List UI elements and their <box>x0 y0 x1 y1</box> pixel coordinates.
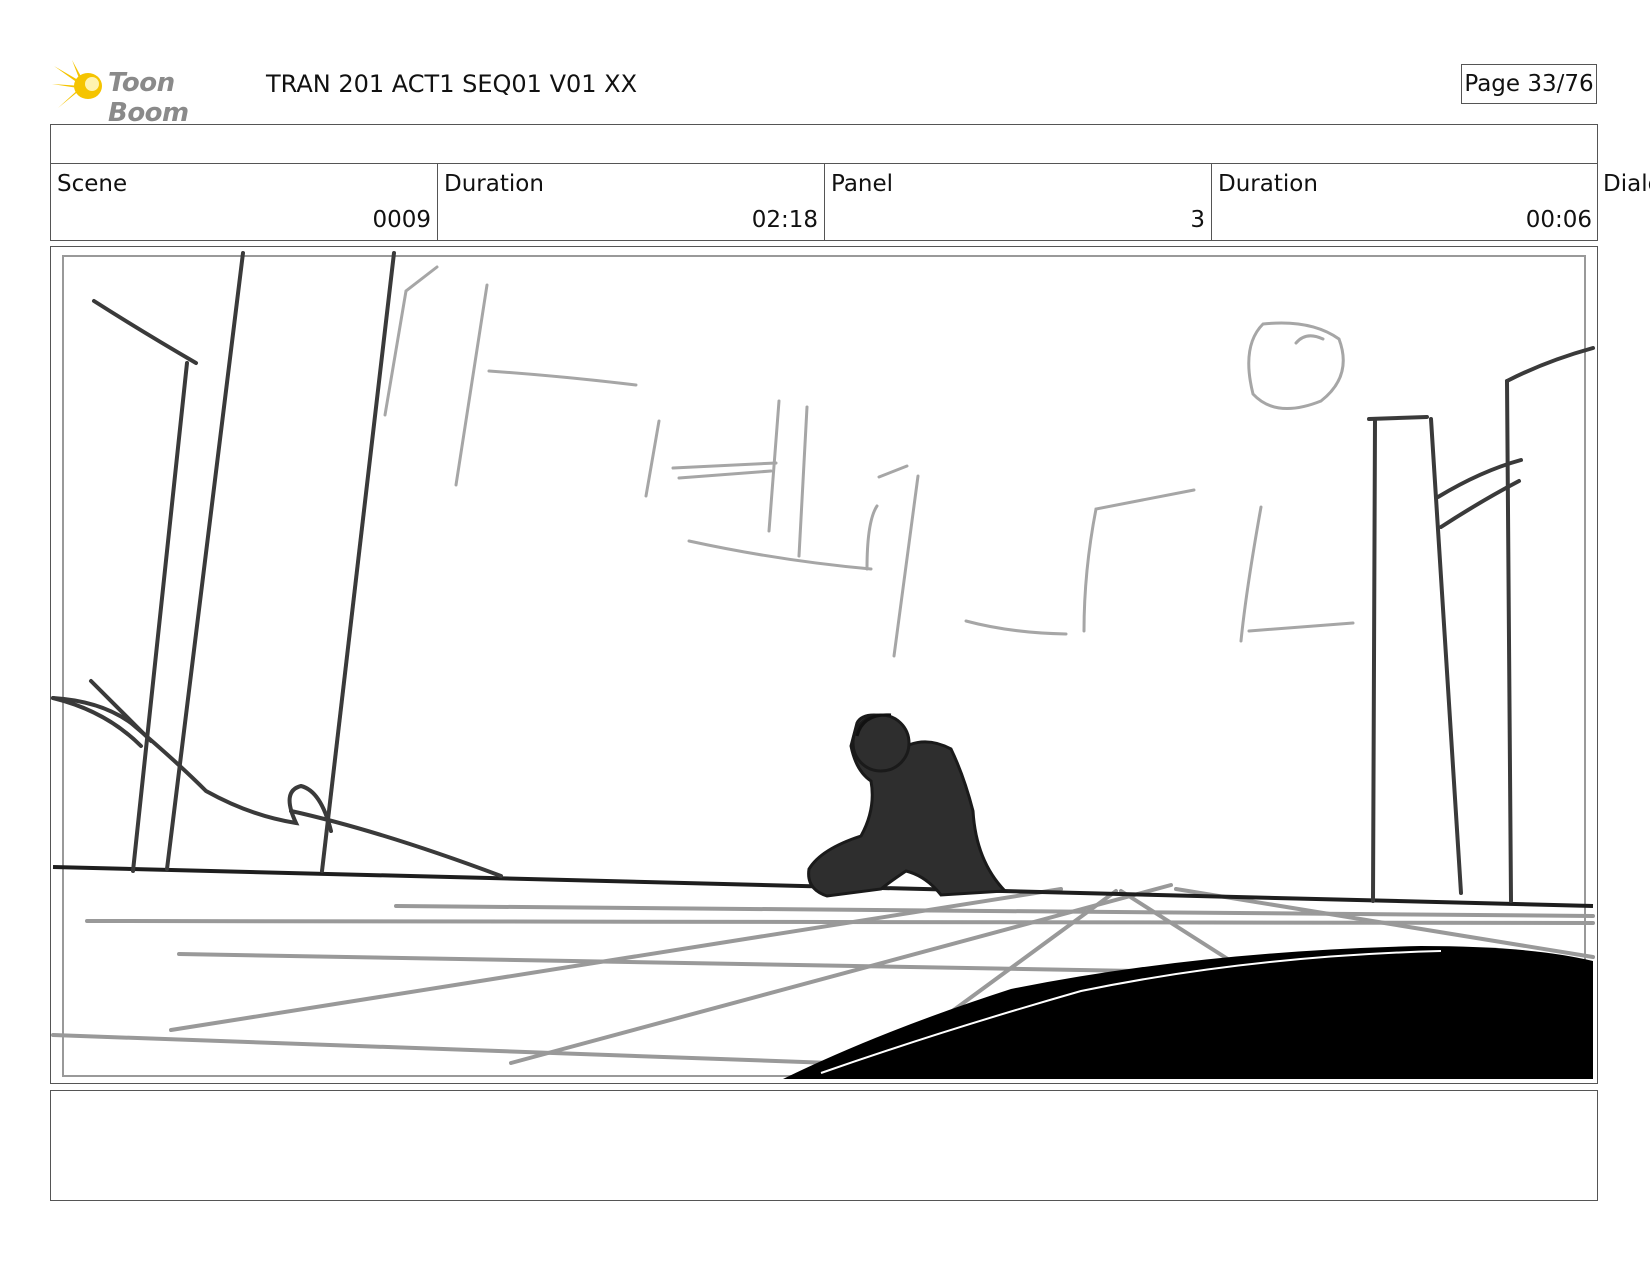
scene-value: 0009 <box>372 207 431 233</box>
scene-duration-value: 02:18 <box>751 207 818 233</box>
dialog-label: Dialo <box>1603 171 1650 197</box>
panel-cell: Panel 3 <box>825 163 1212 240</box>
header-blank-row <box>50 124 1598 164</box>
scene-duration-cell: Duration 02:18 <box>438 163 825 240</box>
scene-duration-label: Duration <box>444 171 544 197</box>
document-title: TRAN 201 ACT1 SEQ01 V01 XX <box>266 70 638 98</box>
panel-notes-box <box>50 1090 1598 1201</box>
panel-label: Panel <box>831 171 894 197</box>
logo-text: Toon Boom <box>108 68 189 128</box>
page-indicator: Page 33/76 <box>1461 64 1597 104</box>
toon-boom-logo: Toon Boom <box>52 58 252 128</box>
panel-duration-value: 00:06 <box>1525 207 1592 233</box>
panel-value: 3 <box>1190 207 1205 233</box>
panel-duration-label: Duration <box>1218 171 1318 197</box>
panel-info-row: Scene 0009 Duration 02:18 Panel 3 Durati… <box>50 163 1598 241</box>
starburst-icon <box>52 60 102 108</box>
panel-duration-cell: Duration 00:06 <box>1212 163 1598 240</box>
storyboard-panel <box>50 246 1598 1084</box>
storyboard-sketch <box>51 251 1595 1079</box>
scene-label: Scene <box>57 171 128 197</box>
scene-cell: Scene 0009 <box>51 163 438 240</box>
